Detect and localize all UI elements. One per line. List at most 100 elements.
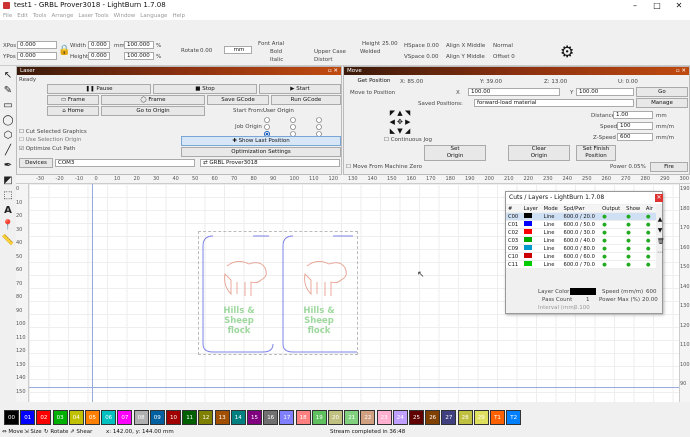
height-input[interactable]: 0.000 [88,52,110,60]
design-bounds[interactable]: Hills & Sheep flock Hills & Sheep flock [198,231,358,355]
air-toggle[interactable]: ● [643,212,656,222]
cuts-side-buttons[interactable]: ▲ ▼ 🗑 ⋯ [657,214,665,274]
maximize-icon[interactable]: □ [646,0,668,11]
stop-button[interactable]: ■ Stop [153,84,257,94]
start-from-select[interactable]: User Origin [263,108,294,114]
show-last-position-button[interactable]: ✚ Show Last Position [181,136,341,146]
palette-swatch-23[interactable]: 23 [376,410,392,425]
set-finish-button[interactable]: Set Finish Position [576,145,616,161]
palette-swatch-02[interactable]: 02 [36,410,52,425]
rotate-mode[interactable]: ↻ Rotate [44,429,68,435]
palette-swatch-20[interactable]: 20 [328,410,343,425]
bold-checkbox[interactable]: Bold [270,49,282,55]
layer-spdpwr[interactable]: 600.0 / 40.0 [561,236,601,246]
optimize-checkbox[interactable]: ☑ Optimize Cut Path [19,146,75,152]
rect-select-icon[interactable]: ⬚ [0,188,16,203]
palette-swatch-05[interactable]: 05 [85,410,100,425]
home-button[interactable]: ⌂ Home [47,106,99,116]
palette-swatch-17[interactable]: 17 [279,410,295,425]
air-toggle[interactable]: ● [643,220,656,230]
rectangle-icon[interactable]: ▭ [0,98,16,113]
interval-value[interactable]: 0.100 [574,305,590,311]
menu-file[interactable]: File [3,13,12,19]
move-y-input[interactable]: 100.00 [576,88,634,96]
show-toggle[interactable]: ● [624,228,644,238]
layer-mode[interactable]: Line [541,260,562,270]
show-toggle[interactable]: ● [624,260,644,270]
job-origin-grid[interactable] [263,117,343,137]
show-toggle[interactable]: ● [624,236,644,246]
palette-swatch-28[interactable]: 28 [457,410,473,425]
menu-edit[interactable]: Edit [17,13,28,19]
palette-swatch-10[interactable]: 10 [166,410,181,425]
cut-layer-row[interactable]: C01 Line 600.0 / 50.0 ● ● ● [506,220,656,230]
output-toggle[interactable]: ● [600,220,625,230]
run-gcode-button[interactable]: Run GCode [271,95,341,105]
cut-selected-checkbox[interactable]: ☐ Cut Selected Graphics [19,129,87,135]
air-toggle[interactable]: ● [643,260,656,270]
output-toggle[interactable]: ● [600,212,625,222]
position-pin-icon[interactable]: 📍 [0,218,16,233]
palette-swatch-24[interactable]: 24 [392,410,408,425]
move-x-input[interactable]: 100.00 [468,88,560,96]
menu-language[interactable]: Language [140,13,167,19]
align-x-select[interactable]: Align X Middle [446,43,485,49]
layer-spdpwr[interactable]: 600.0 / 60.0 [561,252,601,262]
rotate-input[interactable]: 0.00 [200,48,212,54]
italic-checkbox[interactable]: Italic [270,57,283,63]
frame-circle-button[interactable]: ◯ Frame [101,95,205,105]
layer-color[interactable] [521,236,542,246]
xpos-input[interactable]: 0.000 [17,41,57,49]
palette-swatch-07[interactable]: 07 [117,410,133,425]
line-icon[interactable]: ╱ [0,143,16,158]
width-input[interactable]: 0.000 [88,41,110,49]
fire-button[interactable]: Fire [650,162,688,172]
uppercase-checkbox[interactable]: Upper Case [314,49,346,55]
menu-window[interactable]: Window [114,13,136,19]
pct-w-input[interactable]: 100.000 [124,41,154,49]
hspace[interactable]: HSpace 0.00 [404,43,439,49]
palette-swatch-08[interactable]: 08 [133,410,149,425]
speed-input[interactable]: 100 [617,122,653,130]
offset-field[interactable]: Offset 0 [493,54,515,60]
cut-layer-row[interactable]: C10 Line 600.0 / 60.0 ● ● ● [506,252,656,262]
palette-swatch-06[interactable]: 06 [101,410,117,425]
distort-checkbox[interactable]: Distort [314,57,333,63]
go-button[interactable]: Go [636,87,688,97]
output-toggle[interactable]: ● [600,244,625,254]
layer-color-swatch[interactable] [570,288,596,295]
palette-swatch-29[interactable]: 29 [473,410,489,425]
layer-color[interactable] [521,228,542,238]
measure-icon[interactable]: 📏 [0,233,16,248]
saved-positions-select[interactable]: forward-load material [474,99,634,107]
manage-button[interactable]: Manage [636,98,688,108]
layer-spdpwr[interactable]: 600.0 / 50.0 [561,220,601,230]
menu-arrange[interactable]: Arrange [51,13,73,19]
palette-swatch-T2[interactable]: T2 [506,410,522,425]
move-from-zero-checkbox[interactable]: ☐ Move From Machine Zero [346,164,422,170]
layer-mode[interactable]: Line [541,220,562,230]
layer-mode[interactable]: Line [541,252,562,262]
optimization-settings-button[interactable]: Optimization Settings [181,147,341,157]
port-select[interactable]: COM3 [55,159,195,167]
offset-icon[interactable]: ◩ [0,173,16,188]
palette-swatch-18[interactable]: 18 [295,410,311,425]
air-toggle[interactable]: ● [643,236,656,246]
distance-input[interactable]: 1.00 [613,111,653,119]
cut-layer-row[interactable]: C09 Line 600.0 / 80.0 ● ● ● [506,244,656,254]
cut-layer-row[interactable]: C02 Line 600.0 / 30.0 ● ● ● [506,228,656,238]
edit-nodes-icon[interactable]: ✎ [0,83,16,98]
layer-mode[interactable]: Line [541,228,562,238]
get-position-button[interactable]: Get Position [346,77,402,87]
palette-swatch-25[interactable]: 25 [409,410,424,425]
power-max-value[interactable]: 20.00 [642,297,658,303]
select-icon[interactable]: ↖ [0,68,16,83]
text-mode-select[interactable]: Normal [493,43,513,49]
menu-tools[interactable]: Tools [33,13,47,19]
shear-mode[interactable]: ⇗ Shear [70,429,92,435]
zspeed-input[interactable]: 600 [617,133,653,141]
layer-spdpwr[interactable]: 600.0 / 70.0 [561,260,601,270]
layer-spdpwr[interactable]: 600.0 / 20.0 [561,212,601,222]
polygon-icon[interactable]: ⬡ [0,128,16,143]
layer-color[interactable] [521,212,542,222]
